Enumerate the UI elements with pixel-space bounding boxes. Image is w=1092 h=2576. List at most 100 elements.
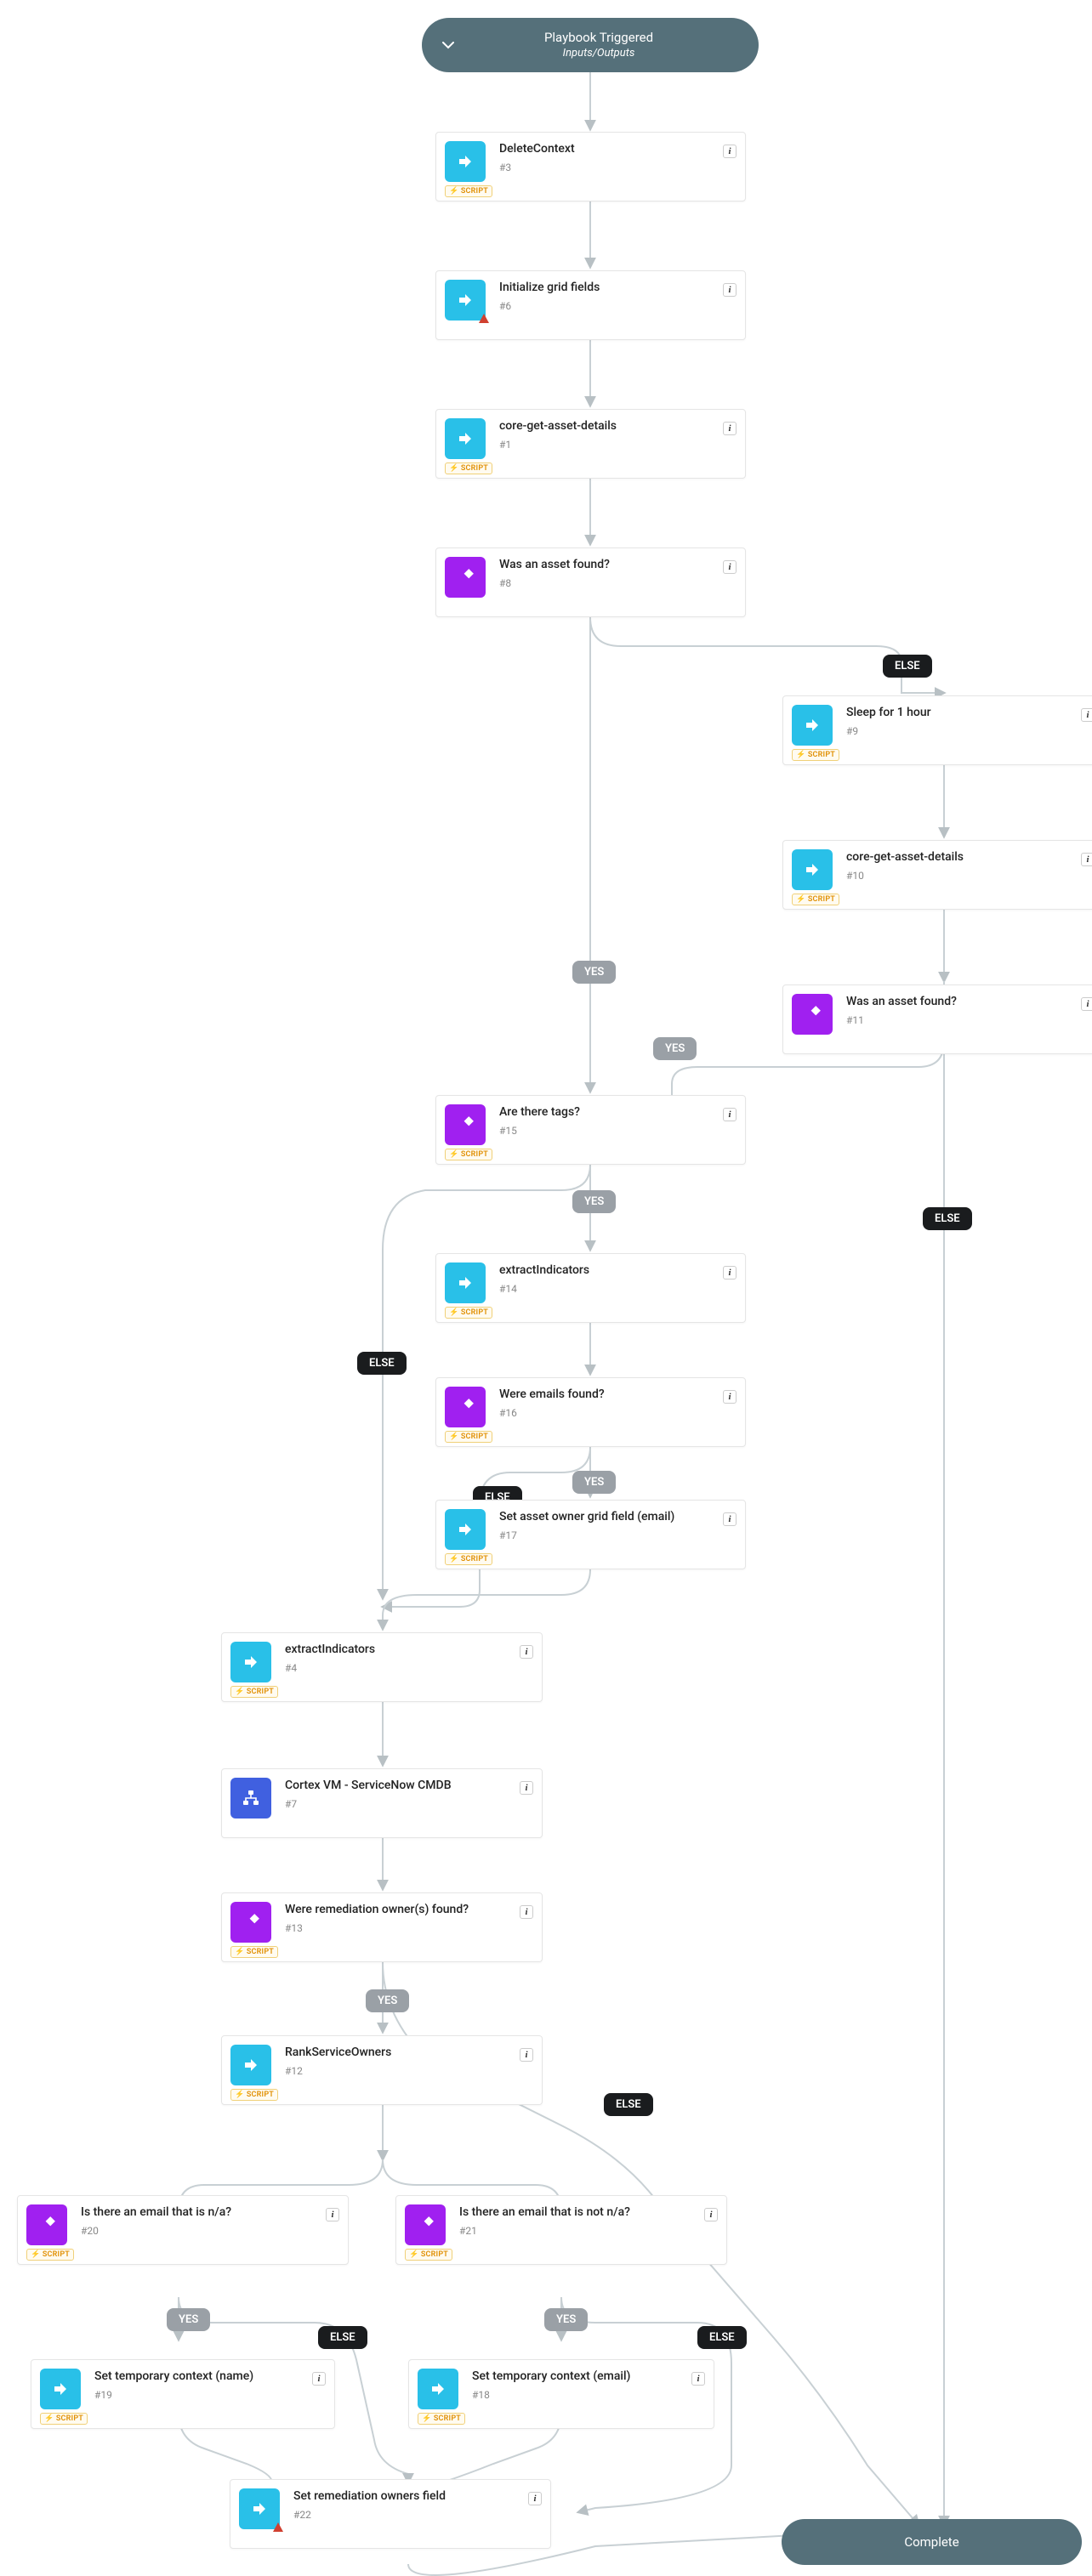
info-icon[interactable]: i bbox=[312, 2372, 326, 2386]
node-title: Sleep for 1 hour bbox=[846, 705, 1072, 720]
info-icon[interactable]: i bbox=[1081, 997, 1092, 1011]
condition-icon bbox=[445, 557, 486, 598]
info-icon[interactable]: i bbox=[520, 1645, 533, 1659]
node-title: RankServiceOwners bbox=[285, 2045, 511, 2060]
node-num: #18 bbox=[472, 2389, 683, 2401]
node-num: #7 bbox=[285, 1798, 511, 1810]
script-tag: ⚡ SCRIPT bbox=[445, 462, 492, 474]
node-set-temp-context-name[interactable]: Set temporary context (name) #19 i ⚡ SCR… bbox=[31, 2359, 335, 2429]
info-icon[interactable]: i bbox=[723, 1108, 737, 1121]
node-were-remediation-owners-found[interactable]: Were remediation owner(s) found? #13 i ⚡… bbox=[221, 1892, 543, 1962]
yes-label: YES bbox=[167, 2308, 210, 2331]
complete-node[interactable]: Complete bbox=[782, 2519, 1082, 2565]
script-tag: ⚡ SCRIPT bbox=[26, 2249, 74, 2261]
node-num: #10 bbox=[846, 870, 1072, 882]
node-num: #14 bbox=[499, 1283, 714, 1295]
task-icon bbox=[445, 141, 486, 182]
yes-label: YES bbox=[366, 1989, 409, 2012]
node-was-asset-found-11[interactable]: Was an asset found? #11 i bbox=[782, 984, 1092, 1054]
node-num: #20 bbox=[81, 2225, 317, 2237]
node-delete-context[interactable]: DeleteContext #3 i ⚡ SCRIPT bbox=[435, 132, 746, 201]
yes-label: YES bbox=[572, 1471, 616, 1494]
node-num: #4 bbox=[285, 1662, 511, 1674]
node-num: #22 bbox=[293, 2509, 520, 2521]
info-icon[interactable]: i bbox=[723, 422, 737, 435]
info-icon[interactable]: i bbox=[520, 2048, 533, 2062]
info-icon[interactable]: i bbox=[520, 1781, 533, 1795]
info-icon[interactable]: i bbox=[520, 1905, 533, 1919]
condition-icon bbox=[445, 1104, 486, 1145]
node-set-remediation-owners[interactable]: Set remediation owners field #22 i bbox=[230, 2479, 551, 2549]
task-icon bbox=[445, 418, 486, 459]
node-set-temp-context-email[interactable]: Set temporary context (email) #18 i ⚡ SC… bbox=[408, 2359, 714, 2429]
node-title: Set temporary context (email) bbox=[472, 2369, 683, 2384]
script-tag: ⚡ SCRIPT bbox=[230, 1686, 278, 1698]
node-was-asset-found-8[interactable]: Was an asset found? #8 i bbox=[435, 548, 746, 617]
else-label: ELSE bbox=[357, 1352, 407, 1375]
condition-icon bbox=[792, 994, 833, 1035]
info-icon[interactable]: i bbox=[723, 1266, 737, 1279]
node-title: extractIndicators bbox=[499, 1262, 714, 1278]
info-icon[interactable]: i bbox=[723, 145, 737, 158]
node-num: #16 bbox=[499, 1407, 714, 1419]
node-is-email-not-na[interactable]: Is there an email that is not n/a? #21 i… bbox=[395, 2195, 727, 2265]
node-title: Were emails found? bbox=[499, 1387, 714, 1402]
info-icon[interactable]: i bbox=[723, 1512, 737, 1526]
info-icon[interactable]: i bbox=[704, 2208, 718, 2221]
warning-icon bbox=[273, 2522, 283, 2532]
node-num: #15 bbox=[499, 1125, 714, 1137]
node-title: Was an asset found? bbox=[846, 994, 1072, 1009]
node-extract-indicators-14[interactable]: extractIndicators #14 i ⚡ SCRIPT bbox=[435, 1253, 746, 1323]
info-icon[interactable]: i bbox=[1081, 708, 1092, 722]
node-num: #9 bbox=[846, 725, 1072, 737]
trigger-node[interactable]: Playbook Triggered Inputs/Outputs bbox=[422, 18, 759, 72]
node-were-emails-found[interactable]: Were emails found? #16 i ⚡ SCRIPT bbox=[435, 1377, 746, 1447]
chevron-down-icon bbox=[442, 37, 454, 53]
script-tag: ⚡ SCRIPT bbox=[445, 1553, 492, 1565]
node-extract-indicators-4[interactable]: extractIndicators #4 i ⚡ SCRIPT bbox=[221, 1632, 543, 1702]
info-icon[interactable]: i bbox=[723, 1390, 737, 1404]
node-title: Cortex VM - ServiceNow CMDB bbox=[285, 1778, 511, 1793]
script-tag: ⚡ SCRIPT bbox=[445, 1307, 492, 1319]
node-num: #21 bbox=[459, 2225, 696, 2237]
condition-icon bbox=[405, 2204, 446, 2245]
task-icon bbox=[418, 2369, 458, 2409]
node-rank-service-owners[interactable]: RankServiceOwners #12 i ⚡ SCRIPT bbox=[221, 2035, 543, 2105]
node-initialize-grid-fields[interactable]: Initialize grid fields #6 i bbox=[435, 270, 746, 340]
node-num: #12 bbox=[285, 2065, 511, 2077]
yes-label: YES bbox=[572, 1190, 616, 1213]
else-label: ELSE bbox=[318, 2326, 367, 2349]
node-num: #8 bbox=[499, 577, 714, 589]
script-tag: ⚡ SCRIPT bbox=[418, 2413, 465, 2425]
node-core-get-asset-details-10[interactable]: core-get-asset-details #10 i ⚡ SCRIPT bbox=[782, 840, 1092, 910]
script-tag: ⚡ SCRIPT bbox=[405, 2249, 452, 2261]
task-icon bbox=[792, 849, 833, 890]
node-title: DeleteContext bbox=[499, 141, 714, 156]
node-title: Initialize grid fields bbox=[499, 280, 714, 295]
node-num: #17 bbox=[499, 1529, 714, 1541]
node-sleep-1h[interactable]: Sleep for 1 hour #9 i ⚡ SCRIPT bbox=[782, 695, 1092, 765]
else-label: ELSE bbox=[923, 1207, 972, 1230]
node-set-asset-owner-email[interactable]: Set asset owner grid field (email) #17 i… bbox=[435, 1500, 746, 1569]
node-cortex-vm-servicenow[interactable]: Cortex VM - ServiceNow CMDB #7 i bbox=[221, 1768, 543, 1838]
info-icon[interactable]: i bbox=[723, 560, 737, 574]
node-num: #13 bbox=[285, 1922, 511, 1934]
node-num: #19 bbox=[94, 2389, 304, 2401]
info-icon[interactable]: i bbox=[723, 283, 737, 297]
node-are-there-tags[interactable]: Are there tags? #15 i ⚡ SCRIPT bbox=[435, 1095, 746, 1165]
info-icon[interactable]: i bbox=[326, 2208, 339, 2221]
node-title: core-get-asset-details bbox=[846, 849, 1072, 865]
node-core-get-asset-details-1[interactable]: core-get-asset-details #1 i ⚡ SCRIPT bbox=[435, 409, 746, 479]
complete-label: Complete bbox=[904, 2534, 958, 2550]
warning-icon bbox=[479, 314, 489, 323]
task-icon bbox=[792, 705, 833, 746]
node-num: #3 bbox=[499, 162, 714, 173]
node-num: #1 bbox=[499, 439, 714, 451]
else-label: ELSE bbox=[883, 655, 932, 678]
node-title: Set remediation owners field bbox=[293, 2488, 520, 2504]
info-icon[interactable]: i bbox=[528, 2492, 542, 2505]
info-icon[interactable]: i bbox=[691, 2372, 705, 2386]
info-icon[interactable]: i bbox=[1081, 853, 1092, 866]
node-is-email-na[interactable]: Is there an email that is n/a? #20 i ⚡ S… bbox=[17, 2195, 349, 2265]
node-title: Set temporary context (name) bbox=[94, 2369, 304, 2384]
